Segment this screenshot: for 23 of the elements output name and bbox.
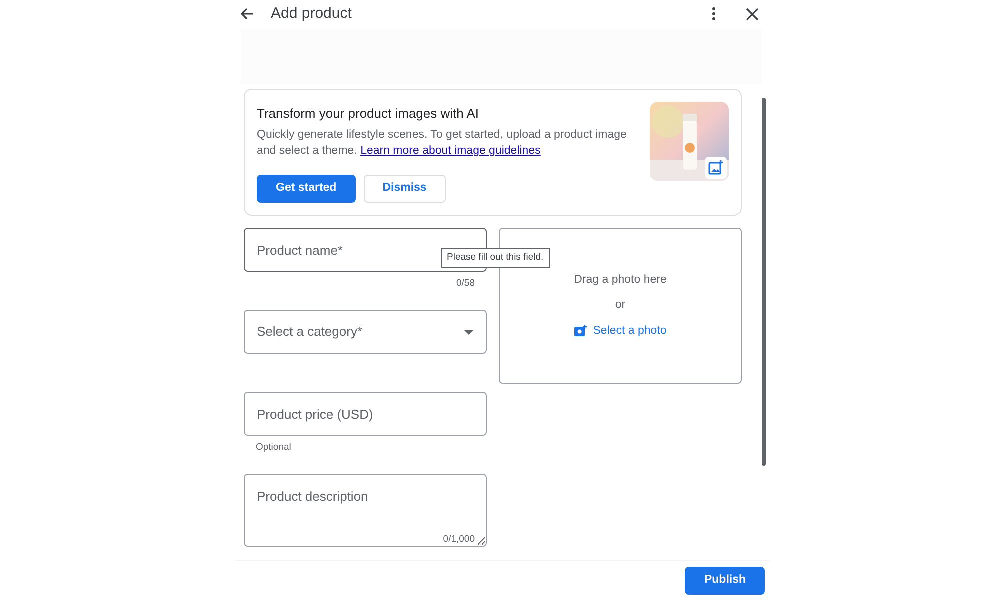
banner-title: Transform your product images with AI bbox=[257, 104, 480, 123]
character-counter: 0/58 bbox=[456, 278, 475, 289]
scrollbar[interactable] bbox=[762, 98, 766, 466]
select-photo-link[interactable]: Select a photo bbox=[574, 322, 667, 340]
separator-text: or bbox=[615, 298, 626, 314]
category-dropdown[interactable]: Select a category* bbox=[244, 310, 487, 354]
character-counter: 0/1,000 bbox=[443, 532, 475, 547]
more-icon[interactable] bbox=[712, 7, 716, 21]
caret-icon bbox=[464, 330, 474, 334]
camera-icon bbox=[574, 325, 588, 338]
text-field[interactable]: Product price (USD) bbox=[244, 392, 487, 436]
publish-button[interactable]: Publish bbox=[685, 566, 765, 594]
validation-tooltip: Please fill out this field. bbox=[441, 248, 550, 268]
dismiss-button[interactable]: Dismiss bbox=[364, 175, 446, 203]
dialog-title: Add product bbox=[271, 4, 353, 24]
helper-text: Optional bbox=[256, 442, 292, 453]
back-icon[interactable] bbox=[239, 6, 255, 22]
banner-description: Quickly generate lifestyle scenes. To get started, upload a product image and select a theme. Learn more about image guidelines bbox=[257, 128, 628, 159]
dropzone-text: Drag a photo here bbox=[574, 273, 667, 288]
add-image-icon[interactable] bbox=[705, 156, 727, 178]
close-icon[interactable] bbox=[746, 8, 759, 20]
get-started-button[interactable]: Get started bbox=[257, 175, 356, 203]
guidelines-link[interactable]: Learn more about image guidelines bbox=[360, 145, 541, 157]
